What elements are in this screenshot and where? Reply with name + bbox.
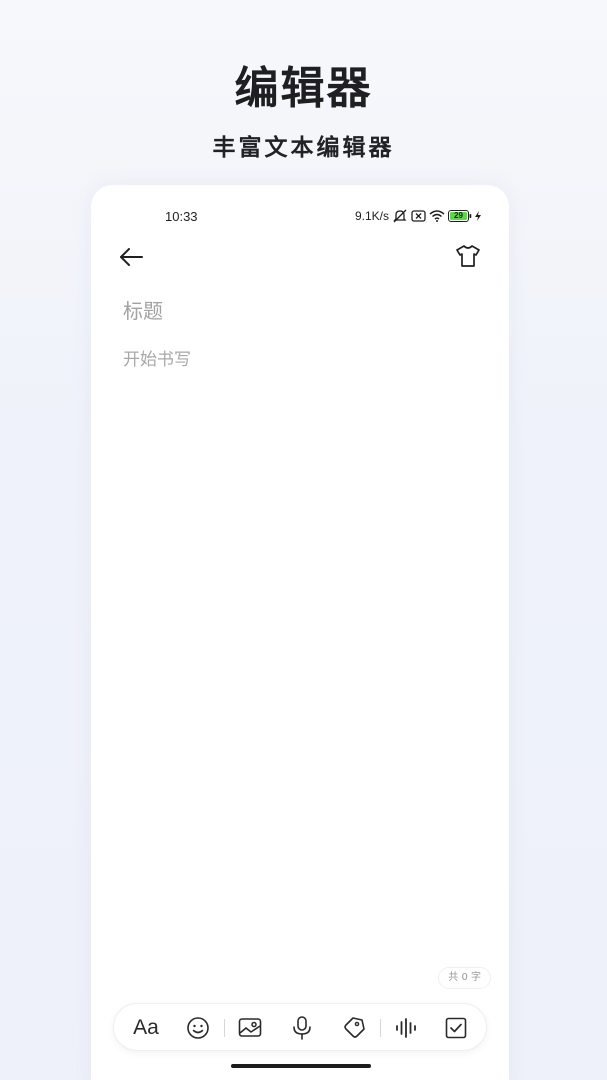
font-icon: Aa <box>133 1016 159 1039</box>
network-speed: 9.1K/s <box>354 209 389 223</box>
promo-title: 编辑器 <box>234 63 373 114</box>
emoji-button[interactable] <box>180 1004 216 1052</box>
body-input[interactable]: 开始书写 <box>123 345 191 370</box>
wifi-icon <box>429 210 445 222</box>
tag-button[interactable] <box>336 1004 372 1052</box>
audio-record-button[interactable] <box>388 1004 424 1052</box>
status-icons: 9.1K/s 29 <box>355 209 481 223</box>
voice-input-button[interactable] <box>284 1004 320 1052</box>
checkbox-icon <box>445 1017 467 1039</box>
toolbar-divider <box>380 1019 381 1037</box>
title-input[interactable]: 标题 <box>123 295 163 324</box>
status-bar: 10:33 9.1K/s 29 <box>91 209 509 229</box>
status-time: 10:33 <box>165 209 198 224</box>
font-button[interactable]: Aa <box>128 1004 164 1052</box>
microphone-icon <box>293 1016 311 1040</box>
audio-wave-icon <box>396 1018 416 1038</box>
battery-level: 29 <box>454 211 463 220</box>
mute-icon <box>392 209 408 223</box>
tshirt-icon <box>456 245 480 267</box>
tag-icon <box>344 1017 365 1038</box>
charging-icon <box>475 211 481 221</box>
back-button[interactable] <box>117 243 145 271</box>
phone-screen: 10:33 9.1K/s 29 标题 开始书写 共 0 字 Aa <box>91 185 509 1080</box>
battery-icon: 29 <box>448 210 472 222</box>
image-icon <box>238 1018 262 1037</box>
toolbar-divider <box>224 1019 225 1037</box>
promo-subtitle: 丰富文本编辑器 <box>212 134 395 161</box>
sim-x-icon <box>411 210 426 222</box>
theme-button[interactable] <box>455 243 481 269</box>
word-count-badge: 共 0 字 <box>438 967 491 989</box>
editor-toolbar: Aa <box>113 1003 487 1051</box>
checklist-button[interactable] <box>438 1004 474 1052</box>
emoji-icon <box>187 1017 209 1039</box>
back-arrow-icon <box>120 248 143 266</box>
image-button[interactable] <box>232 1004 268 1052</box>
home-indicator[interactable] <box>231 1064 371 1068</box>
